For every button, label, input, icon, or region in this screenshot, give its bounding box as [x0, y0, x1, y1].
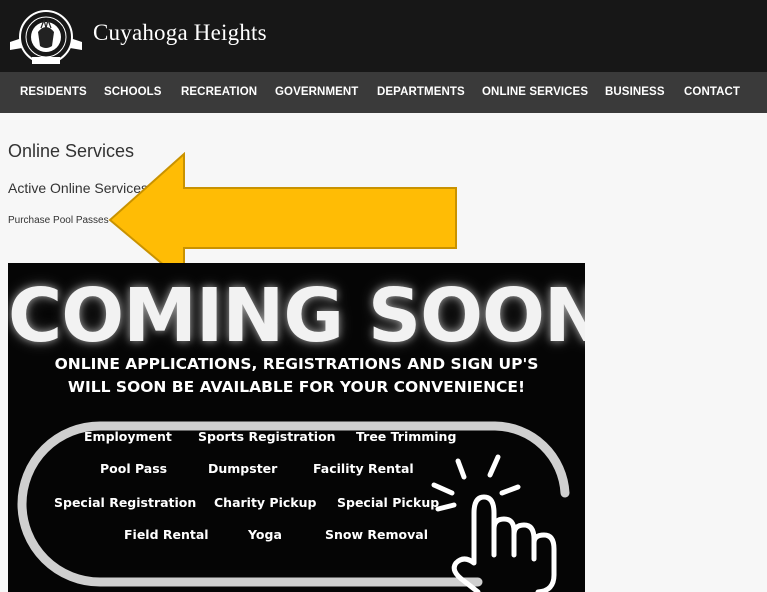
service-snow-removal: Snow Removal [325, 527, 428, 542]
nav-item-government[interactable]: GOVERNMENT [275, 86, 358, 98]
main-nav: RESIDENTS SCHOOLS RECREATION GOVERNMENT … [0, 72, 767, 113]
village-seal-logo[interactable] [8, 8, 84, 66]
coming-soon-banner: COMING SOON! ONLINE APPLICATIONS, REGIST… [8, 263, 585, 592]
nav-item-business[interactable]: BUSINESS [605, 86, 665, 98]
service-special-registration: Special Registration [54, 495, 197, 510]
service-pool-pass: Pool Pass [100, 461, 168, 476]
service-dumpster: Dumpster [208, 461, 278, 476]
site-header: Cuyahoga Heights [0, 0, 767, 72]
banner-message-line-1: ONLINE APPLICATIONS, REGISTRATIONS AND S… [54, 355, 539, 373]
service-employment: Employment [84, 429, 172, 444]
service-tree-trimming: Tree Trimming [356, 429, 457, 444]
coming-soon-headline: COMING SOON! [8, 273, 585, 359]
nav-item-residents[interactable]: RESIDENTS [20, 86, 87, 98]
banner-message-line-2: WILL SOON BE AVAILABLE FOR YOUR CONVENIE… [67, 378, 526, 396]
service-sports-registration: Sports Registration [198, 429, 336, 444]
purchase-pool-passes-link[interactable]: Purchase Pool Passes [8, 215, 109, 226]
nav-item-online-services[interactable]: ONLINE SERVICES [482, 86, 588, 98]
service-facility-rental: Facility Rental [313, 461, 414, 476]
nav-item-contact[interactable]: CONTACT [684, 86, 740, 98]
service-field-rental: Field Rental [124, 527, 209, 542]
service-yoga: Yoga [248, 527, 282, 542]
hand-pointer-icon [431, 454, 557, 592]
service-charity-pickup: Charity Pickup [214, 495, 317, 510]
nav-item-recreation[interactable]: RECREATION [181, 86, 257, 98]
nav-item-departments[interactable]: DEPARTMENTS [377, 86, 465, 98]
site-title[interactable]: Cuyahoga Heights [93, 20, 267, 46]
nav-item-schools[interactable]: SCHOOLS [104, 86, 162, 98]
service-special-pickup: Special Pickup [337, 495, 440, 510]
